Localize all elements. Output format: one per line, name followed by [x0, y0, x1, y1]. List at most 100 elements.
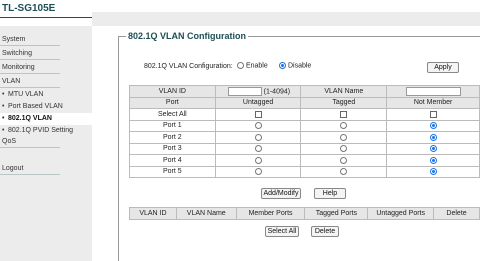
select-all-label: Select All: [129, 108, 216, 121]
untagged-radio[interactable]: [254, 156, 262, 164]
list-column-vlan-name: VLAN Name: [175, 207, 237, 220]
vlan-id-range: (1-4094): [263, 88, 291, 96]
sidebar-item-label: QoS: [2, 138, 17, 145]
apply-button[interactable]: Apply: [427, 62, 459, 73]
sidebar-divider: [0, 174, 60, 175]
not-member-radio[interactable]: [429, 145, 437, 153]
sidebar-item-label: Logout: [2, 165, 24, 172]
sidebar-divider: [0, 45, 60, 46]
tagged-cell: [300, 154, 388, 167]
list-column-delete: Delete: [433, 207, 480, 220]
tagged-cell: [300, 142, 388, 155]
sidebar-item-label: MTU VLAN: [8, 91, 44, 98]
sidebar-item-label: System: [2, 36, 26, 43]
column-header-port: Port: [129, 96, 216, 109]
table-row: Port 3: [129, 142, 480, 155]
config-label: 802.1Q VLAN Configuration:: [144, 63, 233, 70]
vlan-config-table: VLAN ID (1-4094) VLAN Name Port Untagged…: [129, 85, 480, 178]
sidebar-divider: [0, 59, 60, 60]
untagged-cell: [214, 131, 302, 144]
not-member-cell: [386, 142, 480, 155]
select-all-not-member-cell: [386, 108, 480, 121]
table-header-row: Port Untagged Tagged Not Member: [129, 96, 480, 109]
column-header-untagged: Untagged: [214, 96, 302, 109]
list-header-row: VLAN ID VLAN Name Member Ports Tagged Po…: [129, 207, 480, 220]
not-member-cell: [386, 154, 480, 167]
app-title: TL-SG105E: [2, 3, 56, 14]
enable-option[interactable]: Enable: [237, 62, 268, 69]
list-column-tagged-ports: Tagged Ports: [304, 207, 369, 220]
port-name: Port 1: [129, 119, 216, 132]
disable-option[interactable]: Disable: [279, 62, 311, 69]
vlan-id-label: VLAN ID: [129, 85, 216, 98]
untagged-radio[interactable]: [254, 133, 262, 141]
select-all-tagged-checkbox[interactable]: [340, 110, 348, 118]
untagged-cell: [214, 142, 302, 155]
untagged-radio[interactable]: [254, 122, 262, 130]
table-row: Port 5: [129, 165, 480, 178]
vlan-list-table: VLAN ID VLAN Name Member Ports Tagged Po…: [129, 207, 480, 220]
sidebar-item-8021q-vlan[interactable]: • 802.1Q VLAN: [0, 113, 94, 125]
enable-radio[interactable]: [237, 62, 244, 69]
vlan-id-input[interactable]: [227, 86, 262, 96]
not-member-radio[interactable]: [429, 122, 437, 130]
port-name: Port 2: [129, 131, 216, 144]
port-name: Port 4: [129, 154, 216, 167]
tagged-radio[interactable]: [340, 133, 348, 141]
select-all-not-member-checkbox[interactable]: [429, 110, 437, 118]
vlan-name-label: VLAN Name: [300, 85, 388, 98]
sidebar-item-label: VLAN: [2, 78, 21, 85]
untagged-cell: [214, 165, 302, 178]
table-row: Port 4: [129, 154, 480, 167]
sidebar-item-mtu-vlan[interactable]: • MTU VLAN: [0, 89, 92, 101]
vlan-id-cell: (1-4094): [214, 85, 302, 98]
select-all-tagged-cell: [300, 108, 388, 121]
vlan-name-input[interactable]: [405, 86, 461, 96]
enable-label: Enable: [245, 62, 268, 70]
column-header-not-member: Not Member: [386, 96, 480, 109]
select-all-button[interactable]: Select All: [265, 226, 299, 237]
sidebar-item-label: Monitoring: [2, 64, 35, 71]
disable-radio[interactable]: [279, 62, 286, 69]
sidebar-divider: [0, 73, 60, 74]
tagged-radio[interactable]: [340, 122, 348, 130]
port-name: Port 5: [129, 165, 216, 178]
page-title: 802.1Q VLAN Configuration: [126, 31, 249, 41]
sidebar-item-label: 802.1Q PVID Setting: [8, 127, 73, 134]
vlan-name-cell: [386, 85, 480, 98]
list-column-vlan-id: VLAN ID: [129, 207, 177, 220]
table-row: Port 1: [129, 119, 480, 132]
not-member-cell: [386, 131, 480, 144]
not-member-cell: [386, 119, 480, 132]
top-bar: TL-SG105E: [0, 0, 480, 26]
not-member-radio[interactable]: [429, 133, 437, 141]
tagged-cell: [300, 165, 388, 178]
sidebar-item-port-based-vlan[interactable]: • Port Based VLAN: [0, 101, 92, 113]
list-column-untagged-ports: Untagged Ports: [367, 207, 435, 220]
disable-label: Disable: [287, 62, 312, 70]
not-member-radio[interactable]: [429, 168, 437, 176]
select-all-row: Select All: [129, 108, 480, 121]
title-underline: [0, 17, 100, 18]
not-member-radio[interactable]: [429, 156, 437, 164]
sidebar-divider: [0, 147, 60, 148]
tagged-cell: [300, 119, 388, 132]
column-header-tagged: Tagged: [300, 96, 388, 109]
table-row: Port 2: [129, 131, 480, 144]
sidebar-item-label: Switching: [2, 50, 32, 57]
select-all-untagged-checkbox[interactable]: [254, 110, 262, 118]
tagged-radio[interactable]: [340, 156, 348, 164]
untagged-radio[interactable]: [254, 145, 262, 153]
tagged-radio[interactable]: [340, 168, 348, 176]
untagged-radio[interactable]: [254, 168, 262, 176]
tagged-radio[interactable]: [340, 145, 348, 153]
add-modify-button[interactable]: Add/Modify: [261, 188, 301, 199]
untagged-cell: [214, 154, 302, 167]
help-button[interactable]: Help: [314, 188, 346, 199]
sidebar-item-label: 802.1Q VLAN: [8, 115, 52, 122]
delete-button[interactable]: Delete: [311, 226, 339, 237]
tagged-cell: [300, 131, 388, 144]
sidebar-divider: [0, 87, 60, 88]
main-content: 802.1Q VLAN Configuration 802.1Q VLAN Co…: [92, 26, 480, 261]
untagged-cell: [214, 119, 302, 132]
